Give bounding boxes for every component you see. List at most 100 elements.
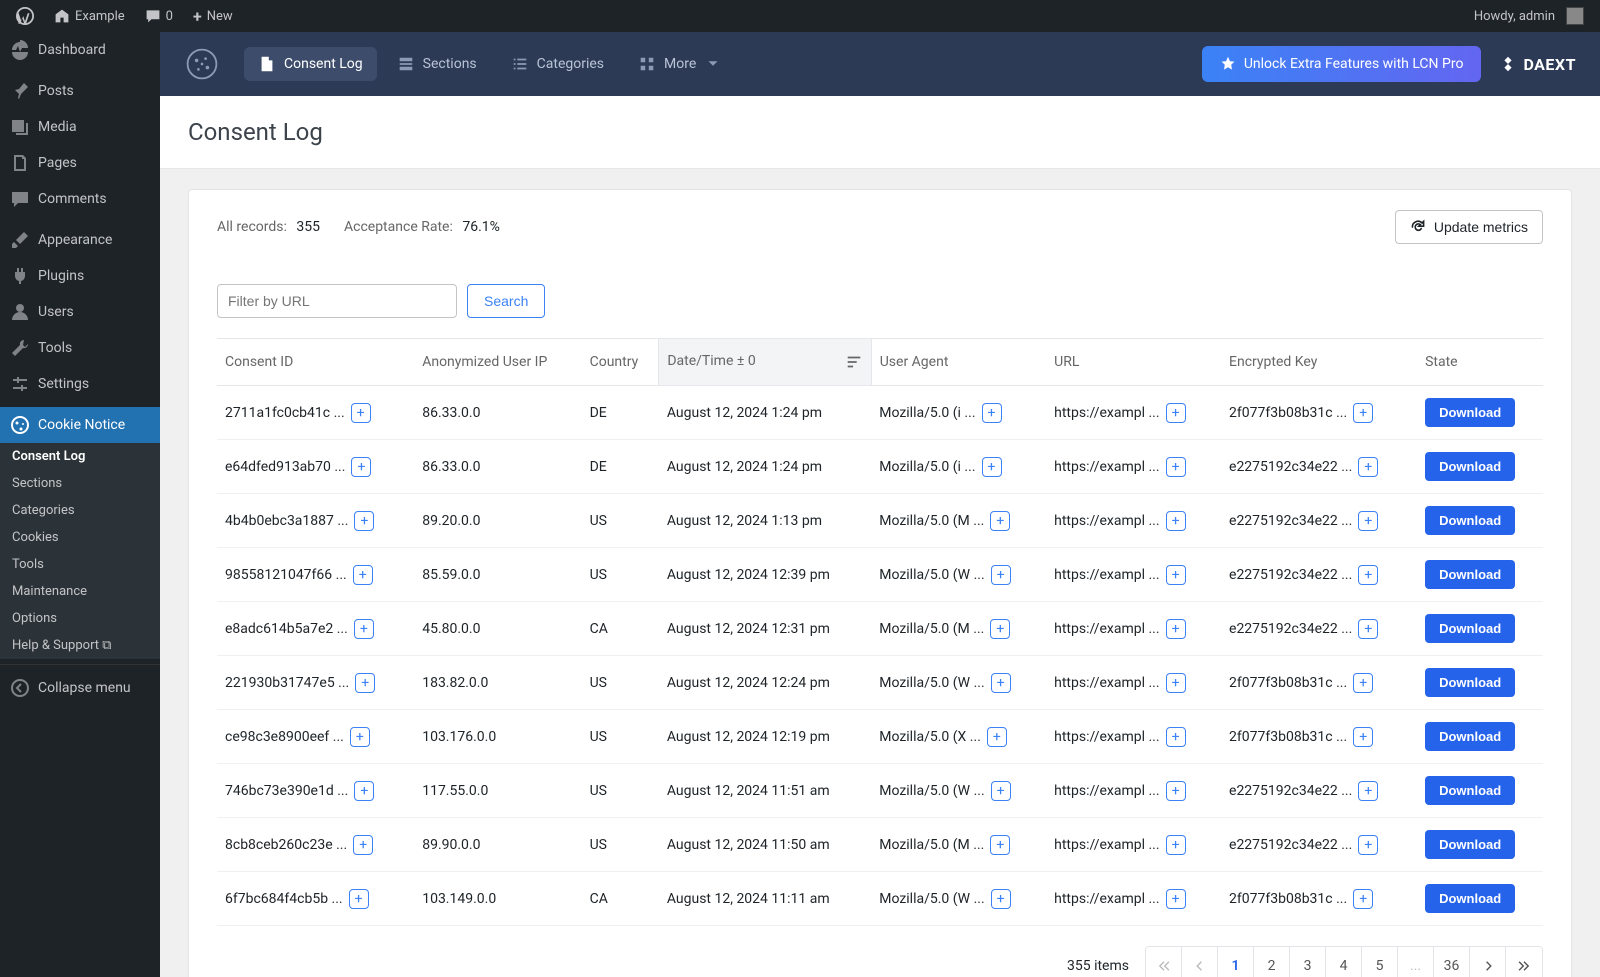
expand-button[interactable]: + [1166,673,1186,693]
update-metrics-button[interactable]: Update metrics [1395,210,1543,244]
expand-button[interactable]: + [1166,457,1186,477]
sidebar-item-cookie-notice[interactable]: Cookie Notice [0,407,160,443]
download-button[interactable]: Download [1425,452,1515,481]
download-button[interactable]: Download [1425,830,1515,859]
expand-button[interactable]: + [354,619,374,639]
expand-button[interactable]: + [1353,673,1373,693]
expand-button[interactable]: + [1358,457,1378,477]
sidebar-item-users[interactable]: Users [0,294,160,330]
expand-button[interactable]: + [1166,835,1186,855]
new-link[interactable]: + New [185,0,241,32]
download-button[interactable]: Download [1425,722,1515,751]
sidebar-item-pages[interactable]: Pages [0,145,160,181]
expand-button[interactable]: + [351,403,371,423]
expand-button[interactable]: + [1358,511,1378,531]
collapse-menu-button[interactable]: Collapse menu [0,670,160,706]
pager-page[interactable]: 5 [1362,947,1398,977]
plugin-tab-sections[interactable]: Sections [383,47,491,81]
column-header[interactable]: Encrypted Key [1221,339,1417,386]
sidebar-sub-item[interactable]: Cookies [0,524,160,551]
expand-button[interactable]: + [1166,565,1186,585]
expand-button[interactable]: + [1166,781,1186,801]
search-button[interactable]: Search [467,284,545,318]
expand-button[interactable]: + [354,781,374,801]
sidebar-item-comments[interactable]: Comments [0,181,160,217]
expand-button[interactable]: + [355,673,375,693]
expand-button[interactable]: + [982,457,1002,477]
expand-button[interactable]: + [350,727,370,747]
expand-button[interactable]: + [990,619,1010,639]
expand-button[interactable]: + [1166,403,1186,423]
pager-page[interactable]: 36 [1434,947,1470,977]
plugin-tab-more[interactable]: More [624,47,736,81]
expand-button[interactable]: + [353,835,373,855]
column-header[interactable]: Anonymized User IP [414,339,581,386]
sidebar-sub-item[interactable]: Consent Log [0,443,160,470]
sidebar-sub-item[interactable]: Categories [0,497,160,524]
column-header[interactable]: Country [582,339,659,386]
column-header[interactable]: URL [1046,339,1221,386]
pager-page[interactable]: 1 [1218,947,1254,977]
sidebar-item-tools[interactable]: Tools [0,330,160,366]
column-header[interactable]: Consent ID [217,339,414,386]
download-button[interactable]: Download [1425,776,1515,805]
expand-button[interactable]: + [991,565,1011,585]
expand-button[interactable]: + [351,457,371,477]
expand-button[interactable]: + [353,565,373,585]
column-header[interactable]: State [1417,339,1543,386]
pager-next[interactable] [1470,947,1506,977]
download-button[interactable]: Download [1425,560,1515,589]
sidebar-sub-item[interactable]: Maintenance [0,578,160,605]
expand-button[interactable]: + [1358,835,1378,855]
column-header[interactable]: User Agent [871,339,1046,386]
expand-button[interactable]: + [1358,781,1378,801]
expand-button[interactable]: + [991,889,1011,909]
download-button[interactable]: Download [1425,884,1515,913]
pager-page[interactable]: 3 [1290,947,1326,977]
filter-url-input[interactable] [217,284,457,318]
expand-button[interactable]: + [1166,889,1186,909]
expand-button[interactable]: + [1353,403,1373,423]
sidebar-item-posts[interactable]: Posts [0,73,160,109]
download-button[interactable]: Download [1425,668,1515,697]
download-button[interactable]: Download [1425,506,1515,535]
expand-button[interactable]: + [349,889,369,909]
expand-button[interactable]: + [1166,511,1186,531]
wp-logo[interactable] [8,0,42,32]
expand-button[interactable]: + [1358,619,1378,639]
comments-link[interactable]: 0 [137,0,181,32]
expand-button[interactable]: + [1353,889,1373,909]
sidebar-sub-item[interactable]: Options [0,605,160,632]
account-link[interactable]: Howdy, admin [1466,0,1592,32]
sidebar-item-dashboard[interactable]: Dashboard [0,32,160,68]
column-header[interactable]: Date/Time ± 0 [659,339,871,386]
plugin-tab-categories[interactable]: Categories [497,47,618,81]
expand-button[interactable]: + [1353,727,1373,747]
expand-button[interactable]: + [990,835,1010,855]
sidebar-item-settings[interactable]: Settings [0,366,160,402]
daext-brand[interactable]: DAEXT [1499,55,1576,74]
expand-button[interactable]: + [1358,565,1378,585]
plugin-tab-consent-log[interactable]: Consent Log [244,47,377,81]
expand-button[interactable]: + [1166,619,1186,639]
sidebar-sub-item[interactable]: Help & Support ⧉ [0,632,160,659]
pager-last[interactable] [1506,947,1542,977]
expand-button[interactable]: + [987,727,1007,747]
download-button[interactable]: Download [1425,398,1515,427]
expand-button[interactable]: + [990,511,1010,531]
pager-page[interactable]: 4 [1326,947,1362,977]
sidebar-item-media[interactable]: Media [0,109,160,145]
pager-page[interactable]: 2 [1254,947,1290,977]
unlock-pro-button[interactable]: Unlock Extra Features with LCN Pro [1202,46,1482,82]
site-link[interactable]: Example [46,0,133,32]
expand-button[interactable]: + [982,403,1002,423]
sidebar-item-appearance[interactable]: Appearance [0,222,160,258]
expand-button[interactable]: + [1166,727,1186,747]
sidebar-sub-item[interactable]: Sections [0,470,160,497]
expand-button[interactable]: + [991,673,1011,693]
sidebar-sub-item[interactable]: Tools [0,551,160,578]
expand-button[interactable]: + [991,781,1011,801]
sidebar-item-plugins[interactable]: Plugins [0,258,160,294]
expand-button[interactable]: + [354,511,374,531]
download-button[interactable]: Download [1425,614,1515,643]
